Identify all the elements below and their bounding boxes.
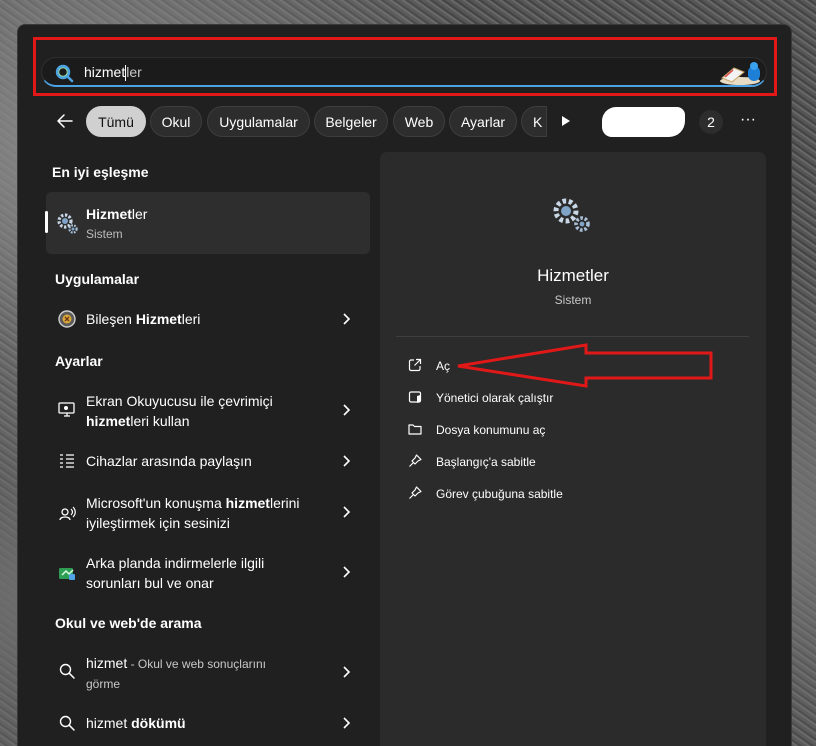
tab-settings[interactable]: Ayarlar	[449, 106, 517, 137]
settings-header: Ayarlar	[55, 353, 103, 369]
annotation-highlight-box	[33, 37, 777, 96]
best-match-subtitle: Sistem	[86, 227, 123, 241]
best-match-title: Hizmetler	[86, 204, 147, 224]
chevron-right-icon[interactable]	[341, 312, 353, 326]
gear-icon	[553, 198, 590, 232]
chevron-right-icon[interactable]	[341, 454, 353, 468]
tab-truncated[interactable]: K	[521, 106, 547, 137]
action-open-file-location[interactable]: Dosya konumunu aç	[436, 423, 545, 437]
open-icon	[408, 358, 422, 372]
web-search-header: Okul ve web'de arama	[55, 615, 202, 631]
rewards-count-badge[interactable]: 2	[699, 110, 723, 134]
back-arrow-icon[interactable]	[55, 111, 75, 131]
speech-icon	[59, 506, 76, 521]
chevron-right-icon[interactable]	[341, 665, 353, 679]
search-icon	[59, 663, 75, 679]
speech-pre: Microsoft'un konuşma	[86, 495, 226, 511]
best-match-title-bold: Hizmet	[86, 206, 132, 222]
detail-subtitle: Sistem	[554, 293, 592, 307]
more-options-button[interactable]: ···	[737, 110, 759, 132]
tab-school[interactable]: Okul	[150, 106, 202, 137]
share-devices-label: Cihazlar arasında paylaşın	[86, 453, 252, 469]
tab-web[interactable]: Web	[393, 106, 445, 137]
narrator-rest: leri kullan	[130, 413, 190, 429]
detail-pane	[380, 152, 766, 746]
speech-bold: hizmet	[225, 495, 270, 511]
chevron-right-icon[interactable]	[341, 565, 353, 579]
tab-apps[interactable]: Uygulamalar	[207, 106, 310, 137]
web-search-1-line1: hizmet - Okul ve web sonuçlarını	[86, 653, 266, 674]
chevron-right-icon[interactable]	[341, 403, 353, 417]
action-open[interactable]: Aç	[436, 359, 450, 373]
narrator-services-line1: Ekran Okuyucusu ile çevrimiçi	[86, 393, 273, 409]
speech-services-line1: Microsoft'un konuşma hizmetlerini	[86, 493, 300, 513]
pin-icon	[409, 486, 422, 499]
narrator-bold: hizmet	[86, 413, 131, 429]
apps-header: Uygulamalar	[55, 271, 140, 287]
action-run-as-admin[interactable]: Yönetici olarak çalıştır	[436, 391, 553, 405]
tab-documents[interactable]: Belgeler	[314, 106, 388, 137]
search-icon	[59, 715, 75, 731]
shield-icon	[408, 391, 422, 403]
component-services-label: Bileşen Hizmetleri	[86, 309, 200, 329]
best-match-title-rest: ler	[131, 206, 148, 222]
action-pin-to-start[interactable]: Başlangıç'a sabitle	[436, 455, 536, 469]
speech-post: lerini	[269, 495, 300, 511]
narrator-services-line2: hizmetleri kullan	[86, 411, 189, 431]
action-pin-to-taskbar[interactable]: Görev çubuğuna sabitle	[436, 487, 563, 501]
web-search-1-line2: görme	[86, 677, 121, 691]
play-icon[interactable]	[558, 114, 572, 128]
divider	[396, 336, 749, 337]
pin-icon	[409, 454, 422, 467]
troubleshoot-line1: Arka planda indirmelerle ilgili	[86, 555, 265, 571]
component-services-icon	[58, 310, 76, 328]
app-label-bold: Hizmet	[135, 311, 182, 327]
web2-pre: hizmet	[86, 715, 132, 731]
chevron-right-icon[interactable]	[341, 505, 353, 519]
selection-indicator	[45, 211, 48, 233]
web2-bold: dökümü	[131, 715, 186, 731]
web1-suffix: - Okul ve web sonuçlarını	[127, 657, 266, 671]
web-search-2-label: hizmet dökümü	[86, 713, 186, 733]
troubleshoot-line2: sorunları bul ve onar	[86, 575, 214, 591]
redacted-profile[interactable]	[602, 107, 685, 137]
speech-services-line2: iyileştirmek için sesinizi	[86, 515, 230, 531]
chevron-right-icon[interactable]	[341, 716, 353, 730]
best-match-header: En iyi eşleşme	[52, 164, 149, 180]
app-label-post: leri	[181, 311, 201, 327]
troubleshoot-icon	[59, 568, 75, 580]
gear-icon	[57, 213, 78, 234]
tab-all[interactable]: Tümü	[86, 106, 146, 137]
annotation-arrow	[457, 343, 713, 388]
detail-title: Hizmetler	[537, 266, 609, 285]
narrator-icon	[58, 402, 75, 417]
app-label-pre: Bileşen	[86, 311, 136, 327]
folder-icon	[408, 424, 422, 435]
web1-query: hizmet	[86, 655, 128, 671]
share-icon	[60, 454, 74, 468]
